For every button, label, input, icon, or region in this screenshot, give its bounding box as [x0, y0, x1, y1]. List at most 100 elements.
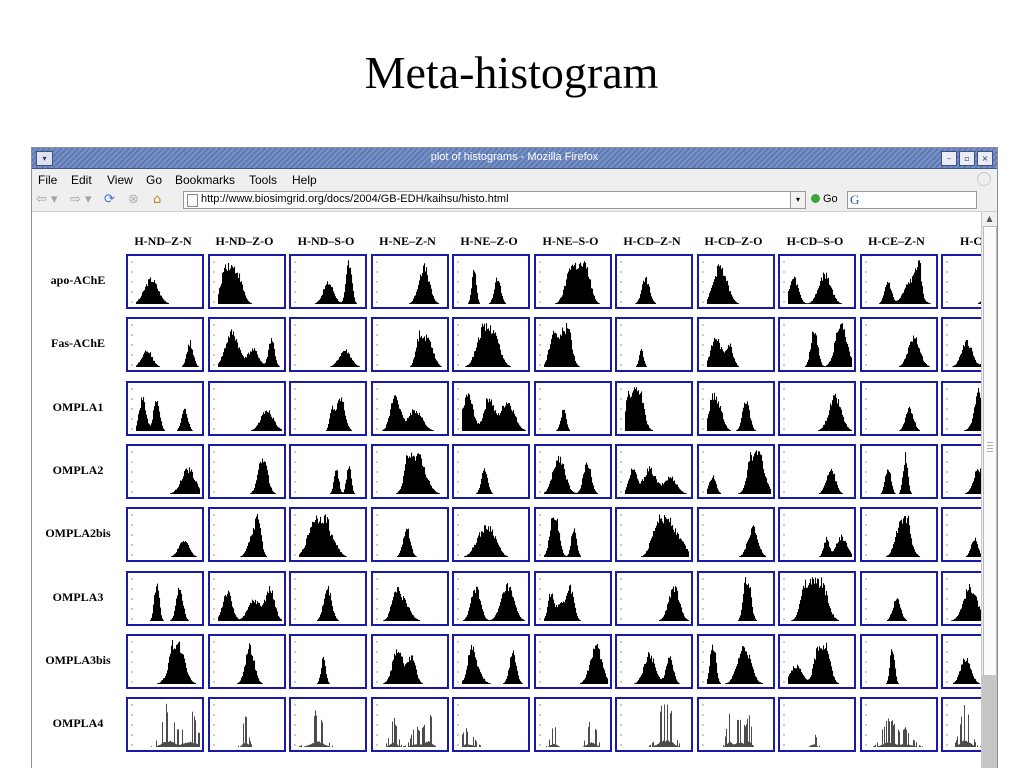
histogram-plot[interactable] — [370, 697, 449, 753]
histogram-plot[interactable] — [207, 697, 286, 753]
histogram-plot[interactable] — [941, 380, 981, 436]
menu-go[interactable]: Go — [146, 173, 162, 187]
url-dropdown-icon[interactable]: ▾ — [790, 191, 806, 209]
vertical-scrollbar[interactable]: ▲ — [981, 212, 997, 768]
histogram-plot[interactable] — [778, 570, 856, 626]
histogram-plot[interactable] — [533, 570, 612, 626]
histogram-plot[interactable] — [452, 380, 530, 436]
histogram-plot[interactable] — [533, 443, 612, 499]
window-titlebar[interactable]: ▾ plot of histograms - Mozilla Firefox –… — [32, 148, 997, 169]
histogram-plot[interactable] — [778, 697, 856, 753]
histogram-plot[interactable] — [126, 507, 204, 563]
home-icon[interactable]: ⌂ — [153, 192, 161, 207]
minimize-icon[interactable]: – — [941, 151, 957, 166]
histogram-plot[interactable] — [615, 317, 693, 373]
histogram-plot[interactable] — [778, 254, 856, 309]
histogram-plot[interactable] — [859, 507, 938, 563]
histogram-plot[interactable] — [859, 633, 938, 689]
histogram-plot[interactable] — [941, 570, 981, 626]
histogram-plot[interactable] — [615, 443, 693, 499]
histogram-plot[interactable] — [207, 570, 286, 626]
histogram-plot[interactable] — [533, 254, 612, 309]
histogram-plot[interactable] — [859, 254, 938, 309]
histogram-plot[interactable] — [696, 443, 775, 499]
histogram-plot[interactable] — [207, 443, 286, 499]
histogram-plot[interactable] — [778, 380, 856, 436]
scroll-up-icon[interactable]: ▲ — [982, 212, 997, 226]
maximize-icon[interactable]: ▫ — [959, 151, 975, 166]
histogram-plot[interactable] — [859, 317, 938, 373]
histogram-plot[interactable] — [370, 633, 449, 689]
histogram-plot[interactable] — [859, 697, 938, 753]
go-button[interactable]: Go — [811, 193, 838, 205]
menu-file[interactable]: File — [38, 173, 57, 187]
histogram-plot[interactable] — [370, 380, 449, 436]
stop-icon[interactable]: ⊗ — [128, 192, 139, 207]
histogram-plot[interactable] — [289, 507, 367, 563]
histogram-plot[interactable] — [533, 380, 612, 436]
histogram-plot[interactable] — [289, 443, 367, 499]
histogram-plot[interactable] — [207, 317, 286, 373]
histogram-plot[interactable] — [126, 697, 204, 753]
histogram-plot[interactable] — [207, 507, 286, 563]
histogram-plot[interactable] — [696, 254, 775, 309]
histogram-plot[interactable] — [696, 380, 775, 436]
histogram-plot[interactable] — [778, 507, 856, 563]
search-input[interactable]: G — [847, 191, 977, 209]
histogram-plot[interactable] — [452, 697, 530, 753]
histogram-plot[interactable] — [126, 254, 204, 309]
histogram-plot[interactable] — [696, 507, 775, 563]
histogram-plot[interactable] — [615, 507, 693, 563]
histogram-plot[interactable] — [778, 443, 856, 499]
menu-edit[interactable]: Edit — [71, 173, 92, 187]
histogram-plot[interactable] — [778, 317, 856, 373]
histogram-plot[interactable] — [370, 443, 449, 499]
histogram-plot[interactable] — [533, 633, 612, 689]
histogram-plot[interactable] — [126, 443, 204, 499]
url-input[interactable]: http://www.biosimgrid.org/docs/2004/GB-E… — [183, 191, 794, 209]
histogram-plot[interactable] — [615, 254, 693, 309]
histogram-plot[interactable] — [615, 570, 693, 626]
histogram-plot[interactable] — [615, 633, 693, 689]
histogram-plot[interactable] — [533, 317, 612, 373]
histogram-plot[interactable] — [941, 697, 981, 753]
histogram-plot[interactable] — [941, 317, 981, 373]
histogram-plot[interactable] — [533, 507, 612, 563]
histogram-plot[interactable] — [370, 317, 449, 373]
histogram-plot[interactable] — [696, 317, 775, 373]
forward-arrow-icon[interactable]: ⇨ ▾ — [70, 192, 92, 207]
histogram-plot[interactable] — [207, 380, 286, 436]
histogram-plot[interactable] — [941, 443, 981, 499]
menu-view[interactable]: View — [107, 173, 133, 187]
histogram-plot[interactable] — [615, 380, 693, 436]
histogram-plot[interactable] — [126, 570, 204, 626]
menu-help[interactable]: Help — [292, 173, 317, 187]
menu-bookmarks[interactable]: Bookmarks — [175, 173, 235, 187]
histogram-plot[interactable] — [289, 317, 367, 373]
histogram-plot[interactable] — [859, 380, 938, 436]
histogram-plot[interactable] — [370, 570, 449, 626]
histogram-plot[interactable] — [289, 697, 367, 753]
histogram-plot[interactable] — [696, 570, 775, 626]
histogram-plot[interactable] — [941, 254, 981, 309]
menu-tools[interactable]: Tools — [249, 173, 277, 187]
histogram-plot[interactable] — [615, 697, 693, 753]
histogram-plot[interactable] — [696, 697, 775, 753]
histogram-plot[interactable] — [859, 570, 938, 626]
histogram-plot[interactable] — [207, 254, 286, 309]
histogram-plot[interactable] — [370, 254, 449, 309]
histogram-plot[interactable] — [452, 254, 530, 309]
back-arrow-icon[interactable]: ⇦ ▾ — [36, 192, 58, 207]
histogram-plot[interactable] — [289, 633, 367, 689]
histogram-plot[interactable] — [126, 633, 204, 689]
histogram-plot[interactable] — [941, 633, 981, 689]
histogram-plot[interactable] — [778, 633, 856, 689]
histogram-plot[interactable] — [289, 254, 367, 309]
close-icon[interactable]: × — [977, 151, 993, 166]
histogram-plot[interactable] — [289, 570, 367, 626]
histogram-plot[interactable] — [452, 570, 530, 626]
scroll-track[interactable] — [982, 675, 997, 768]
histogram-plot[interactable] — [289, 380, 367, 436]
reload-icon[interactable]: ⟳ — [104, 192, 115, 207]
histogram-plot[interactable] — [207, 633, 286, 689]
